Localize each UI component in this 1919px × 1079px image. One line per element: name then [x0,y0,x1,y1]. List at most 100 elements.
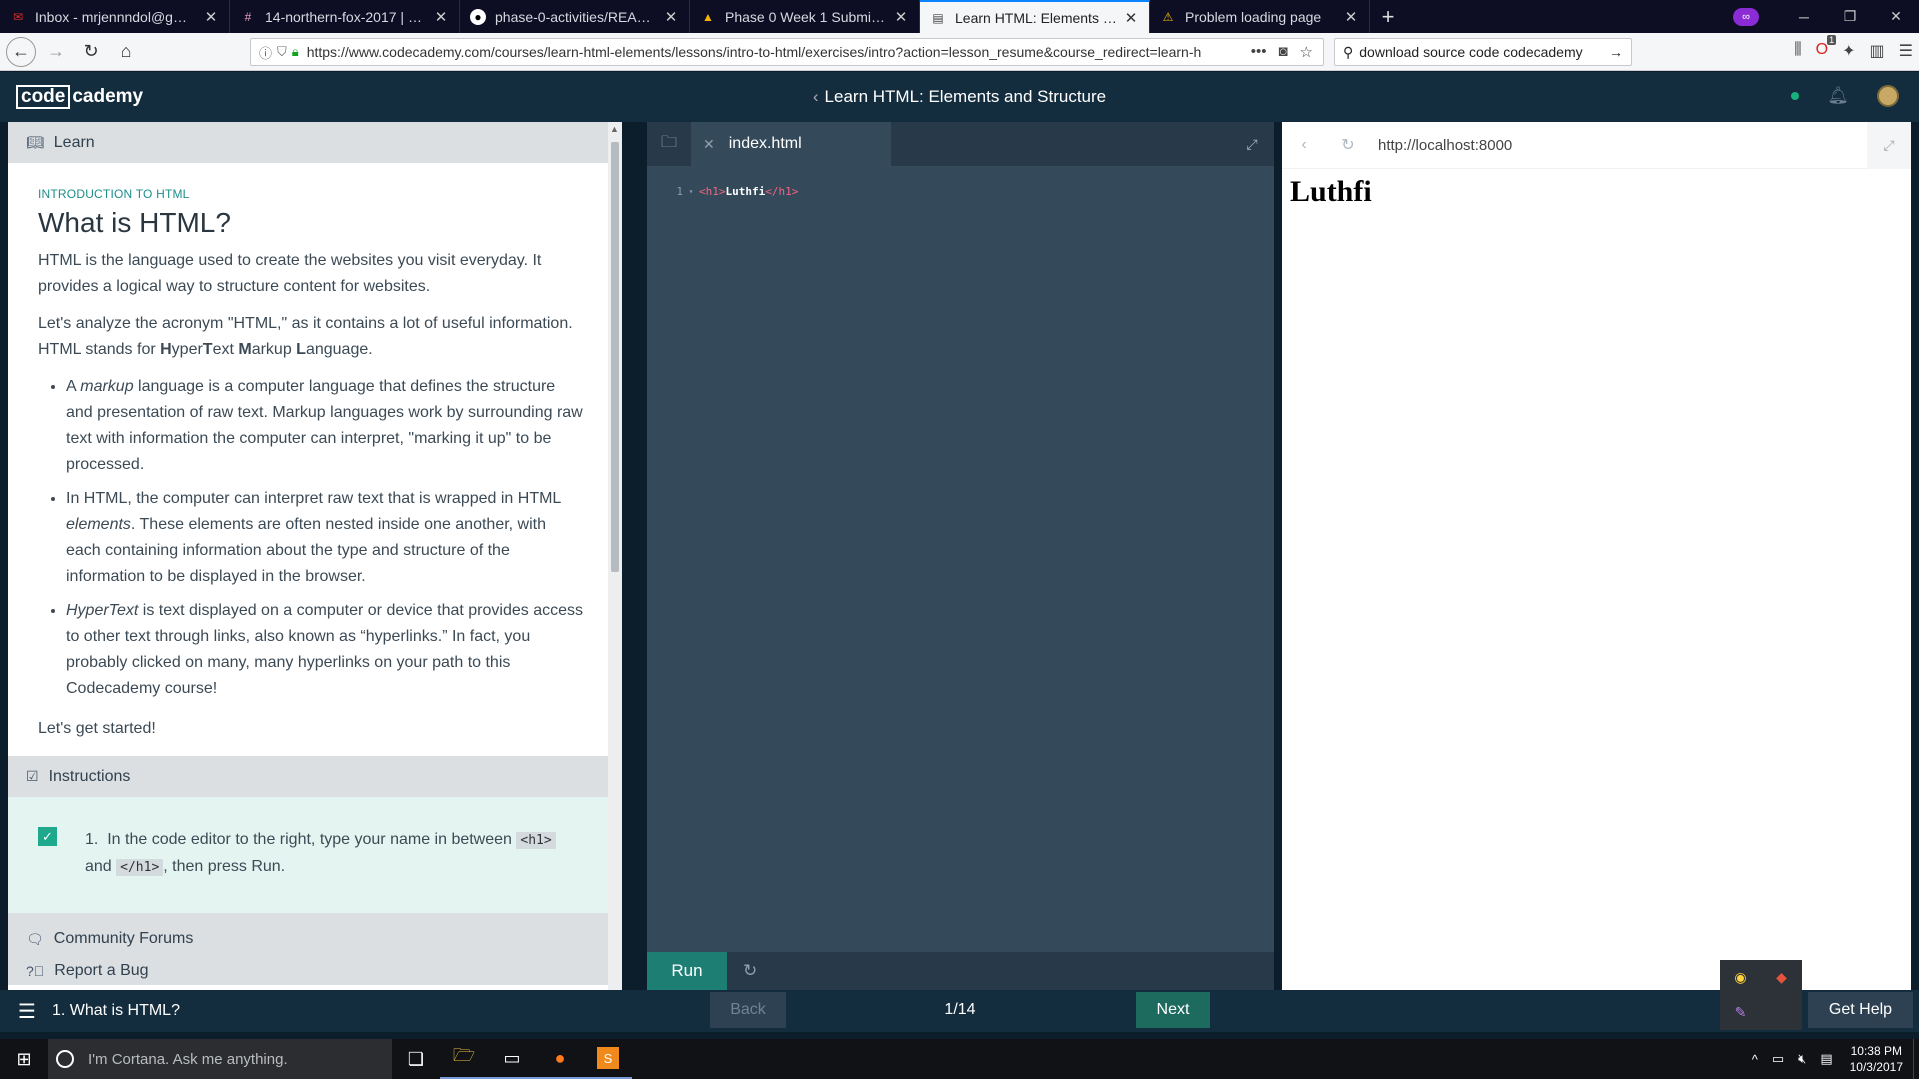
library-icon[interactable]: ⫼ [1794,41,1801,61]
task-checked-icon[interactable]: ✓ [38,827,57,846]
network-icon[interactable]: ▭ [1765,1051,1791,1067]
lesson-paragraph: Let's analyze the acronym "HTML," as it … [38,315,573,358]
course-title[interactable]: ‹ Learn HTML: Elements and Structure [0,87,1919,107]
scroll-up-icon[interactable]: ▲ [610,124,619,134]
browser-tab-gmail[interactable]: ✉ Inbox - mrjennndol@gmail.com ✕ [0,0,230,33]
chevron-up-icon[interactable]: ^ [1745,1052,1765,1067]
preview-url: http://localhost:8000 [1378,136,1513,154]
chevron-left-icon: ‹ [812,87,819,106]
tab-title: Problem loading page [1185,8,1322,25]
firefox-icon[interactable]: ● [536,1039,584,1079]
line-number: 1 [676,184,683,198]
cortana-search[interactable]: I'm Cortana. Ask me anything. [48,1039,392,1079]
task-view-icon[interactable]: ❏ [392,1039,440,1079]
sidebar-icon[interactable]: ▥ [1870,41,1885,61]
search-bar[interactable]: ⚲ download source code codecademy → [1334,38,1632,66]
slack-icon: # [244,9,252,24]
next-lesson-button[interactable]: Next [1136,992,1210,1028]
lesson-content: INTRODUCTION TO HTML What is HTML? HTML … [8,163,622,742]
browser-tab-drive[interactable]: ▲ Phase 0 Week 1 Submissions Fo ✕ [690,0,920,33]
close-tab-icon[interactable]: ✕ [1123,9,1139,27]
folder-icon[interactable]: 🗀 [647,122,691,166]
back-lesson-button[interactable]: Back [710,992,786,1028]
codecademy-logo[interactable]: code cademy [16,85,143,109]
notification-icon[interactable]: ▤ [1813,1051,1839,1067]
list-item: HyperText is text displayed on a compute… [66,598,584,702]
url-bar[interactable]: ⓘ ⛉ 🔒︎ https://www.codecademy.com/course… [250,38,1324,66]
list-item: In HTML, the computer can interpret raw … [66,486,584,590]
terminal-icon[interactable]: ▭ [488,1039,536,1079]
close-tab-icon[interactable]: ✕ [203,8,219,26]
browser-nav-bar: ← → ↻ ⌂ ⓘ ⛉ 🔒︎ https://www.codecademy.co… [0,33,1919,71]
community-forums-link[interactable]: 🗨︎ Community Forums [26,923,604,955]
menu-icon[interactable]: ☰ [1899,41,1913,61]
learn-scrollbar[interactable]: ▲ [608,122,622,990]
scrollbar-thumb[interactable] [611,142,619,572]
url-text[interactable]: https://www.codecademy.com/courses/learn… [307,44,1241,60]
back-button[interactable]: ← [6,36,36,67]
get-help-button[interactable]: Get Help [1808,992,1913,1028]
expand-icon[interactable]: ⤢ [1230,122,1274,166]
close-tab-icon[interactable]: ✕ [663,8,679,26]
addon-badge-icon[interactable]: O1 [1816,35,1837,61]
code-area[interactable]: 1 ▾ <h1> Luthfi </h1> [647,166,1274,199]
lesson-title: What is HTML? [38,207,231,238]
close-window-button[interactable]: ✕ [1873,8,1919,25]
tray-app-icon[interactable]: ✎ [1735,1004,1747,1021]
new-tab-button[interactable]: + [1370,0,1406,33]
minimize-button[interactable]: ─ [1781,9,1827,25]
expand-icon[interactable]: ⤢ [1867,121,1911,169]
clock[interactable]: 10:38 PM 10/3/2017 [1840,1043,1913,1075]
shield-icon: ⛉ [277,44,287,59]
search-go-icon[interactable]: → [1609,44,1623,60]
close-tab-icon[interactable]: ✕ [433,8,449,26]
close-tab-icon[interactable]: ✕ [1343,8,1359,26]
report-bug-link[interactable]: ?⃝ Report a Bug [26,955,604,987]
help-links: 🗨︎ Community Forums ?⃝ Report a Bug [8,913,622,985]
home-button[interactable]: ⌂ [111,37,141,67]
sublime-text-icon[interactable]: S [584,1039,632,1079]
file-explorer-icon[interactable]: 🗁 [440,1039,488,1079]
current-lesson[interactable]: 1. What is HTML? [52,1002,180,1020]
code-line[interactable]: 1 ▾ <h1> Luthfi </h1> [647,183,1274,199]
browser-tab-github[interactable]: ● phase-0-activities/README-W ✕ [460,0,690,33]
preview-reload-icon[interactable]: ↻ [1326,135,1370,155]
browser-tab-codecademy[interactable]: ▤ Learn HTML: Elements and Stru ✕ [920,0,1150,33]
file-tab-index[interactable]: ✕ index.html [691,122,891,166]
run-button[interactable]: Run [647,952,727,990]
show-desktop-button[interactable] [1913,1039,1919,1079]
tray-app-icon[interactable]: ◆ [1776,969,1787,986]
close-tab-icon[interactable]: ✕ [893,8,909,26]
reset-icon[interactable]: ↻ [743,961,757,981]
hamburger-icon[interactable]: ☰ [18,999,36,1024]
windows-start-icon[interactable]: ⊞ [0,1049,48,1070]
browser-tab-problem[interactable]: ⚠ Problem loading page ✕ [1150,0,1370,33]
bell-icon[interactable]: 🔔︎ [1827,86,1849,106]
fold-icon[interactable]: ▾ [683,187,699,196]
forward-button[interactable]: → [41,37,71,67]
close-file-icon[interactable]: ✕ [703,136,715,153]
pocket-icon[interactable]: ◙ [1278,43,1287,61]
avatar[interactable] [1877,85,1899,107]
reload-button[interactable]: ↻ [76,37,106,67]
preview-heading: Luthfi [1290,175,1372,208]
toolbar-icons: ⫼ O1 ✦ ▥ ☰ [1794,35,1913,61]
volume-muted-icon[interactable]: 🔇︎ [1791,1051,1813,1067]
instructions-section-header[interactable]: ☑ Instructions [8,756,622,797]
restore-button[interactable]: ❐ [1827,8,1873,25]
preview-back-icon[interactable]: ‹ [1282,136,1326,154]
browser-tab-slack[interactable]: # 14-northern-fox-2017 | Hacktiv8 ✕ [230,0,460,33]
gmail-icon: ✉ [12,9,24,24]
tray-app-icon[interactable]: ◉ [1734,969,1746,986]
instruction-text: 1. In the code editor to the right, type… [85,827,565,913]
site-identity[interactable]: ⓘ ⛉ 🔒︎ [251,43,307,62]
book-icon: 📖︎ [26,134,44,150]
bookmark-star-icon[interactable]: ☆ [1300,43,1313,61]
learn-section-header[interactable]: 📖︎ Learn [8,122,622,163]
cortana-icon [56,1050,74,1068]
search-input[interactable]: download source code codecademy [1359,44,1609,60]
extension-icon[interactable]: ✦ [1842,41,1855,61]
editor-footer: Run ↻ [647,952,1274,990]
page-actions-icon[interactable]: ••• [1251,43,1267,61]
tray-overflow-popup: ◉ ◆ ✎ [1720,960,1802,1030]
